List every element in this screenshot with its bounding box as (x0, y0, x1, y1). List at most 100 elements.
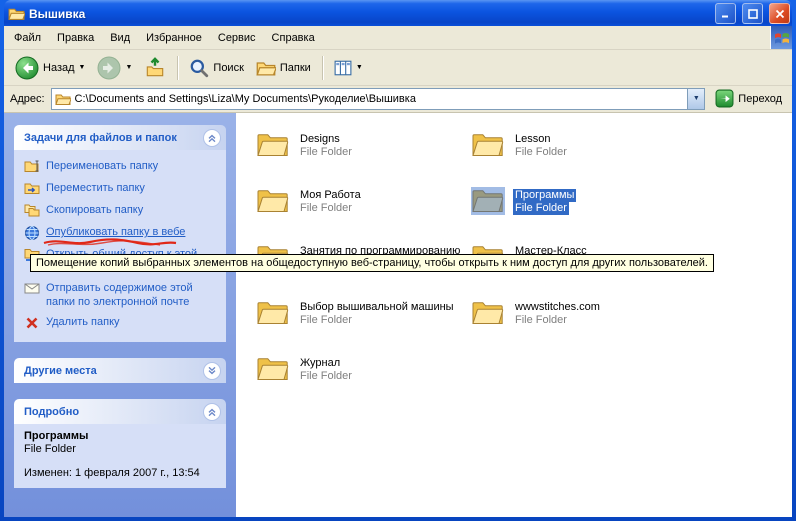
toolbar: Назад ▼ ▼ (4, 50, 792, 86)
folders-icon (256, 59, 276, 77)
maximize-button[interactable] (742, 3, 763, 24)
folder-icon (256, 131, 290, 159)
views-icon (334, 59, 352, 77)
folder-icon (471, 131, 505, 159)
rename-folder-icon (24, 159, 40, 175)
forward-button[interactable]: ▼ (92, 53, 137, 83)
task-email-folder[interactable]: Отправить содержимое этой папки по элект… (24, 278, 218, 312)
file-labels: Моя Работа File Folder (298, 187, 363, 215)
back-icon (15, 56, 39, 80)
details-body: Программы File Folder Изменен: 1 февраля… (14, 424, 226, 488)
file-labels: Программы File Folder (513, 187, 576, 215)
file-item[interactable]: Программы File Folder (471, 187, 686, 243)
menu-item-favorites[interactable]: Избранное (138, 28, 210, 48)
file-item[interactable]: Lesson File Folder (471, 131, 686, 187)
menu-item-file[interactable]: Файл (6, 28, 49, 48)
up-folder-icon (144, 57, 166, 79)
details-header[interactable]: Подробно (14, 399, 226, 424)
move-folder-icon (24, 181, 40, 197)
file-type: File Folder (298, 370, 354, 383)
file-type: File Folder (513, 146, 569, 159)
file-item[interactable]: Выбор вышивальной машины File Folder (256, 299, 471, 355)
section-file-tasks: Задачи для файлов и папок Переименовать … (14, 125, 226, 342)
file-list-area: Designs File Folder (236, 113, 792, 517)
file-name: Программы (513, 189, 576, 202)
details-modified: Изменен: 1 февраля 2007 г., 13:54 (24, 467, 218, 480)
views-button[interactable]: ▼ (329, 56, 368, 80)
minimize-icon (721, 9, 731, 18)
folder-icon (256, 299, 290, 327)
explorer-window: Вышивка Файл Правка Вид Избранное Сервис… (0, 0, 796, 521)
address-path: C:\Documents and Settings\Liza\My Docume… (75, 93, 416, 105)
file-tasks-title: Задачи для файлов и папок (24, 132, 203, 144)
file-tasks-body: Переименовать папку Переместить папку (14, 150, 226, 342)
file-labels: Designs File Folder (298, 131, 354, 159)
file-item[interactable]: Моя Работа File Folder (256, 187, 471, 243)
forward-icon (97, 56, 121, 80)
publish-web-icon (24, 225, 40, 241)
search-button[interactable]: Поиск (184, 55, 248, 81)
folder-icon (471, 187, 505, 215)
folder-icon (471, 299, 505, 327)
menu-item-edit[interactable]: Правка (49, 28, 102, 48)
back-label: Назад (43, 62, 75, 74)
file-labels: Выбор вышивальной машины File Folder (298, 299, 456, 327)
go-button[interactable]: Переход (711, 88, 786, 109)
file-type: File Folder (298, 202, 354, 215)
task-copy-folder[interactable]: Скопировать папку (24, 200, 218, 222)
folder-icon (256, 187, 290, 215)
collapse-chevron-icon[interactable] (203, 129, 221, 147)
address-combobox[interactable]: C:\Documents and Settings\Liza\My Docume… (51, 88, 706, 110)
section-other-places: Другие места (14, 358, 226, 383)
file-tasks-header[interactable]: Задачи для файлов и папок (14, 125, 226, 150)
copy-folder-icon (24, 203, 40, 219)
file-type: File Folder (298, 314, 354, 327)
file-name: wwwstitches.com (513, 301, 602, 314)
toolbar-separator (322, 56, 323, 80)
folder-icon (256, 355, 290, 383)
file-name: Lesson (513, 133, 552, 146)
other-places-header[interactable]: Другие места (14, 358, 226, 383)
file-labels: Lesson File Folder (513, 131, 569, 159)
search-label: Поиск (213, 62, 243, 74)
minimize-button[interactable] (715, 3, 736, 24)
file-type: File Folder (513, 314, 569, 327)
file-name: Designs (298, 133, 342, 146)
file-item[interactable]: Designs File Folder (256, 131, 471, 187)
file-name: Моя Работа (298, 189, 363, 202)
address-label: Адрес: (10, 93, 45, 105)
back-button[interactable]: Назад ▼ (10, 53, 90, 83)
file-labels: wwwstitches.com File Folder (513, 299, 602, 327)
folders-button[interactable]: Папки (251, 56, 316, 80)
file-item[interactable]: Журнал File Folder (256, 355, 471, 411)
details-file-type: File Folder (24, 443, 218, 455)
close-button[interactable] (769, 3, 790, 24)
menu-item-view[interactable]: Вид (102, 28, 138, 48)
menu-item-help[interactable]: Справка (264, 28, 323, 48)
file-name: Выбор вышивальной машины (298, 301, 456, 314)
file-name: Журнал (298, 357, 342, 370)
search-icon (189, 58, 209, 78)
windows-logo-icon (770, 26, 792, 49)
address-dropdown-button[interactable]: ▼ (687, 89, 704, 109)
close-icon (775, 9, 785, 19)
publish-tooltip: Помещение копий выбранных элементов на о… (30, 254, 714, 272)
collapse-chevron-icon[interactable] (203, 403, 221, 421)
task-delete-folder[interactable]: Удалить папку (24, 312, 218, 334)
delete-icon (24, 315, 40, 331)
back-caret-icon: ▼ (79, 64, 86, 71)
task-rename-folder[interactable]: Переименовать папку (24, 156, 218, 178)
task-publish-folder[interactable]: Опубликовать папку в вебе (24, 222, 218, 244)
up-button[interactable] (139, 54, 171, 82)
file-item[interactable]: wwwstitches.com File Folder (471, 299, 686, 355)
task-move-folder[interactable]: Переместить папку (24, 178, 218, 200)
expand-chevron-icon[interactable] (203, 362, 221, 380)
folders-label: Папки (280, 62, 311, 74)
menu-item-tools[interactable]: Сервис (210, 28, 264, 48)
details-title: Подробно (24, 406, 203, 418)
taskpane: Задачи для файлов и папок Переименовать … (4, 113, 236, 517)
email-icon (24, 281, 40, 297)
other-places-title: Другие места (24, 365, 203, 377)
go-label: Переход (738, 93, 782, 105)
section-details: Подробно Программы File Folder Изменен: … (14, 399, 226, 488)
